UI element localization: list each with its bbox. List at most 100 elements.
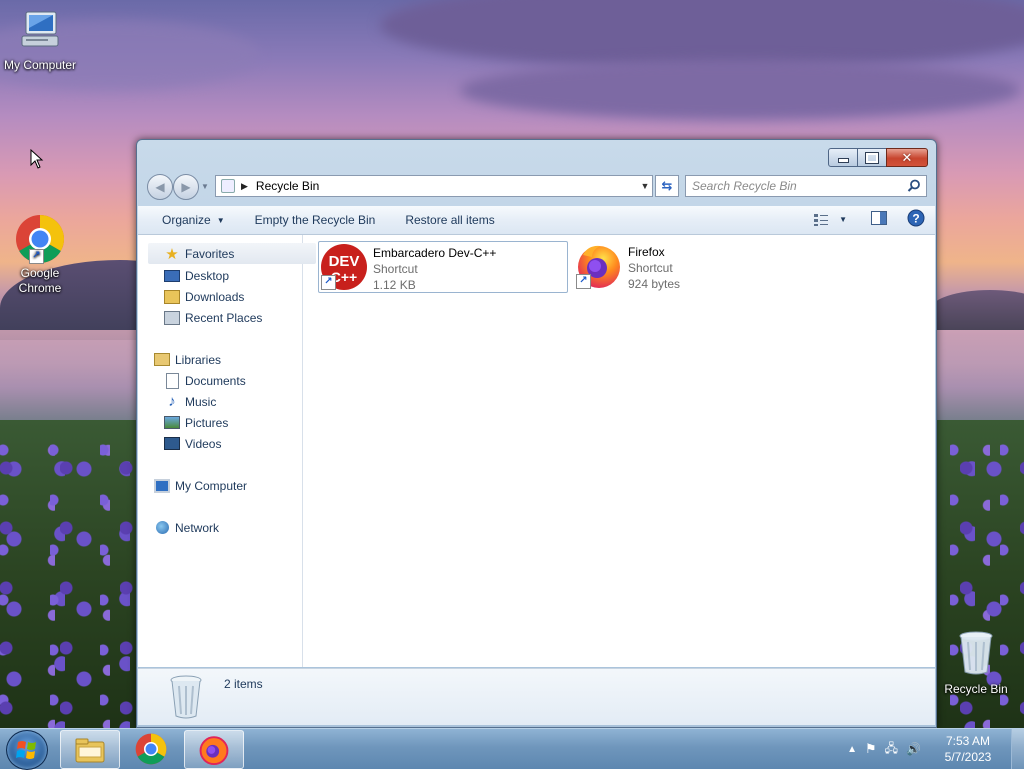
back-button[interactable]: ◀ <box>147 174 173 200</box>
maximize-icon <box>865 151 879 164</box>
volume-icon[interactable]: 🔊 <box>906 742 921 756</box>
chrome-icon <box>135 733 167 764</box>
nav-videos[interactable]: Videos <box>164 433 221 454</box>
show-desktop-button[interactable] <box>1011 729 1024 769</box>
arrow-right-icon: ▶ <box>181 180 191 194</box>
minimize-button[interactable] <box>828 148 858 167</box>
computer-icon <box>0 8 80 56</box>
system-tray: ▲ ⚑ 🖧 🔊 7:53 AM 5/7/2023 <box>843 729 1024 769</box>
breadcrumb-recycle-bin[interactable]: Recycle Bin <box>256 179 638 193</box>
arrow-left-icon: ◀ <box>155 180 165 194</box>
documents-icon <box>164 372 180 389</box>
search-box[interactable] <box>685 175 927 197</box>
address-bar[interactable]: ▶ Recycle Bin ▼ <box>215 175 653 197</box>
empty-recycle-bin-button[interactable]: Empty the Recycle Bin <box>239 208 390 232</box>
windows-logo-icon <box>16 741 36 759</box>
breadcrumb-arrow-icon[interactable]: ▶ <box>241 181 248 192</box>
nav-documents[interactable]: Documents <box>164 370 246 391</box>
show-hidden-icons-button[interactable]: ▲ <box>847 744 857 755</box>
svg-text:?: ? <box>912 212 919 226</box>
nav-favorites[interactable]: ★ Favorites <box>148 243 316 264</box>
navigation-bar: ◀ ▶ ▼ ▶ Recycle Bin ▼ ⇆ <box>145 174 928 200</box>
nav-desktop[interactable]: Desktop <box>164 265 229 286</box>
search-icon[interactable] <box>907 179 921 193</box>
nav-network[interactable]: Network <box>154 517 219 538</box>
clock[interactable]: 7:53 AM 5/7/2023 <box>931 733 1005 765</box>
dev-cpp-icon: DEV C++ ↗ <box>319 242 369 292</box>
forward-button[interactable]: ▶ <box>173 174 199 200</box>
chevron-down-icon: ▼ <box>839 215 847 224</box>
nav-recent-places[interactable]: Recent Places <box>164 307 262 328</box>
change-view-button[interactable]: ▼ <box>813 213 847 227</box>
shortcut-arrow-icon: ↗ <box>29 249 44 264</box>
videos-icon <box>164 436 180 452</box>
file-size: 924 bytes <box>628 277 681 291</box>
help-button[interactable]: ? <box>907 209 925 230</box>
mouse-cursor-icon <box>30 149 44 169</box>
computer-icon <box>154 478 170 494</box>
navigation-pane: ★ Favorites Desktop Downloads Recent Pla… <box>138 235 316 667</box>
taskbar-firefox[interactable] <box>184 730 244 769</box>
nav-label: Pictures <box>185 415 229 430</box>
network-globe-icon <box>154 520 170 536</box>
explorer-icon <box>75 738 105 762</box>
recent-pages-dropdown[interactable]: ▼ <box>201 182 209 191</box>
shortcut-arrow-icon: ↗ <box>576 274 591 289</box>
nav-label: Favorites <box>185 246 235 261</box>
taskbar-explorer[interactable] <box>60 730 120 769</box>
organize-button[interactable]: Organize ▼ <box>138 208 239 232</box>
refresh-icon: ⇆ <box>661 178 673 193</box>
details-pane: 2 items <box>138 668 935 725</box>
command-bar: Organize ▼ Empty the Recycle Bin Restore… <box>138 206 935 235</box>
nav-libraries[interactable]: Libraries <box>154 349 221 370</box>
network-icon[interactable]: 🖧 <box>885 739 898 760</box>
view-options-icon <box>814 213 829 226</box>
restore-all-items-button[interactable]: Restore all items <box>389 208 508 232</box>
file-item-dev-cpp[interactable]: DEV C++ ↗ Embarcadero Dev-C++ Shortcut 1… <box>318 241 568 293</box>
action-center-flag-icon[interactable]: ⚑ <box>865 741 877 757</box>
nav-label: Network <box>175 520 220 535</box>
nav-label: Documents <box>185 373 246 388</box>
desktop-icon-recycle-bin[interactable]: Recycle Bin <box>936 630 1016 697</box>
desktop-icon-label: Google Chrome <box>18 266 62 295</box>
pictures-icon <box>164 415 180 431</box>
nav-music[interactable]: ♪ Music <box>164 391 216 412</box>
refresh-button[interactable]: ⇆ <box>655 175 679 197</box>
taskbar: ▲ ⚑ 🖧 🔊 7:53 AM 5/7/2023 <box>0 728 1024 770</box>
nav-label: My Computer <box>175 478 248 493</box>
empty-recycle-bin-label: Empty the Recycle Bin <box>254 213 376 227</box>
clock-time: 7:53 AM <box>945 734 991 748</box>
nav-pictures[interactable]: Pictures <box>164 412 228 433</box>
downloads-folder-icon <box>164 289 180 305</box>
nav-label: Recent Places <box>185 310 263 325</box>
taskbar-chrome[interactable] <box>122 730 180 767</box>
libraries-icon <box>154 352 170 368</box>
recycle-bin-icon <box>221 179 235 193</box>
desktop-icon-my-computer[interactable]: My Computer <box>0 8 80 73</box>
desktop-icon-label: Recycle Bin <box>944 682 1008 696</box>
preview-pane-button[interactable] <box>871 211 887 228</box>
close-button[interactable]: ✕ <box>886 148 928 167</box>
maximize-button[interactable] <box>857 148 887 167</box>
minimize-icon <box>837 158 849 163</box>
desktop-icon-google-chrome[interactable]: ↗ Google Chrome <box>0 214 80 296</box>
firefox-icon <box>199 735 229 765</box>
recycle-bin-icon <box>170 675 202 719</box>
nav-my-computer[interactable]: My Computer <box>154 475 247 496</box>
desktop-icon-label: My Computer <box>3 58 77 72</box>
file-name: Embarcadero Dev-C++ <box>373 246 497 260</box>
nav-downloads[interactable]: Downloads <box>164 286 244 307</box>
help-icon: ? <box>907 209 925 227</box>
address-dropdown-icon[interactable]: ▼ <box>638 181 652 191</box>
desktop-icon <box>164 268 180 284</box>
star-icon: ★ <box>165 245 179 263</box>
hill <box>930 290 1024 330</box>
search-input[interactable] <box>686 178 907 194</box>
nav-label: Music <box>185 394 217 409</box>
nav-label: Desktop <box>185 268 230 283</box>
start-button[interactable] <box>6 730 48 770</box>
view-controls: ▼ ? <box>801 209 925 230</box>
chevron-down-icon: ▼ <box>216 215 225 225</box>
chrome-icon: ↗ <box>15 214 65 264</box>
file-item-firefox[interactable]: ↗ Firefox Shortcut 924 bytes <box>574 241 822 291</box>
